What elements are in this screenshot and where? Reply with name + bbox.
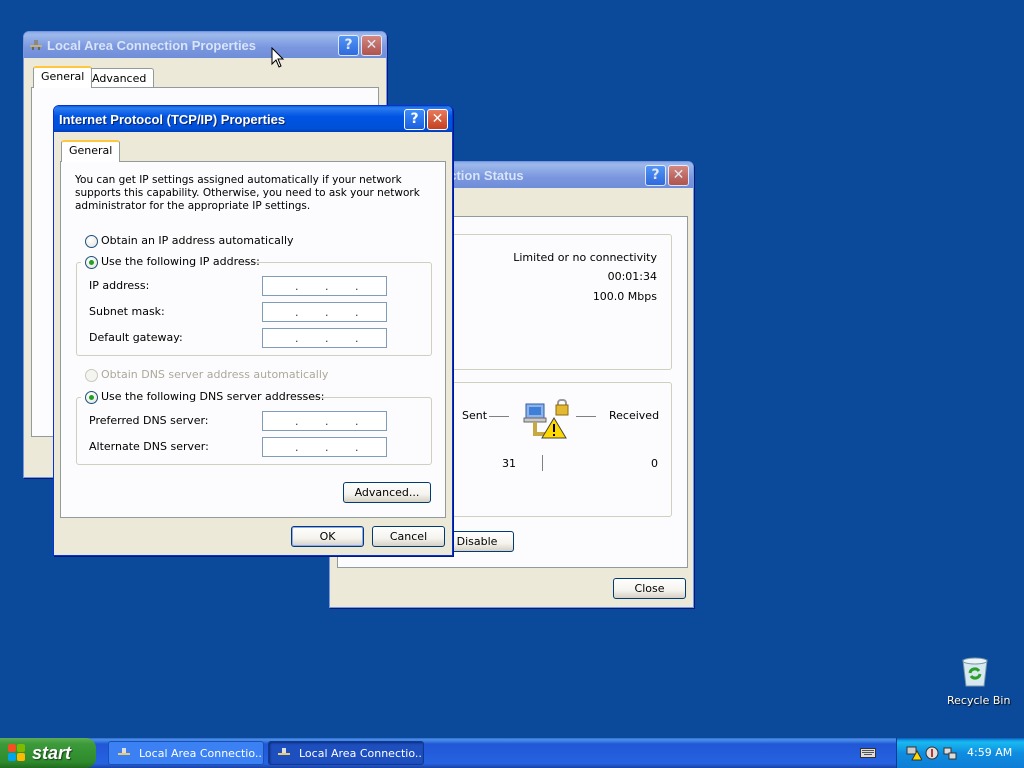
received-line [576,416,596,417]
mouse-cursor-icon [271,46,287,69]
lac-properties-title: Local Area Connection Properties [47,37,257,53]
network-warning-tray-icon[interactable] [906,745,923,761]
start-button[interactable]: start [0,738,96,768]
button-label: Close [634,582,665,595]
received-value: 0 [651,457,658,470]
received-label: Received [609,409,660,422]
ip-auto-label[interactable]: Obtain an IP address automatically [101,234,294,247]
close-button[interactable]: ✕ [668,164,689,186]
tab-general[interactable]: General [61,140,121,162]
dns-manual-radio[interactable] [85,391,98,404]
network-connection-icon [29,39,43,51]
connection-status-value: Limited or no connectivity [513,251,657,264]
connection-speed-value: 100.0 Mbps [592,290,657,303]
sent-line [489,416,509,417]
button-label: OK [319,530,336,543]
ip-address-label: IP address: [89,279,150,292]
button-label: Disable [456,535,498,548]
taskbar-item-lac-2[interactable]: Local Area Connectio... [268,741,424,765]
button-label: Advanced... [354,486,420,499]
ip-manual-option[interactable]: Use the following IP address: [81,254,260,270]
start-label: start [32,742,72,763]
subnet-mask-input[interactable]: ... [262,302,387,322]
tcpip-properties-window: Internet Protocol (TCP/IP) Properties ? … [53,105,453,556]
taskbar-item-label: Local Area Connectio... [299,746,424,760]
dns-manual-option[interactable]: Use the following DNS server addresses: [81,389,324,405]
dns-auto-radio [85,369,98,382]
tcpip-properties-titlebar[interactable]: Internet Protocol (TCP/IP) Properties ? … [54,106,452,132]
recycle-bin-icon [959,656,991,688]
subnet-mask-label: Subnet mask: [89,305,165,318]
tcpip-properties-title: Internet Protocol (TCP/IP) Properties [59,111,286,127]
taskbar: start Local Area Connectio... Local Area… [0,738,1024,768]
preferred-dns-label: Preferred DNS server: [89,414,209,427]
preferred-dns-input[interactable]: ... [262,411,387,431]
taskbar-item-lac-1[interactable]: Local Area Connectio... [108,741,264,765]
button-label: Cancel [389,530,428,543]
close-button[interactable]: ✕ [361,34,382,56]
lac-properties-titlebar[interactable]: Local Area Connection Properties ? ✕ [24,32,386,58]
dns-auto-label: Obtain DNS server address automatically [101,368,329,381]
keyboard-icon[interactable] [860,747,876,759]
close-button[interactable]: ✕ [427,108,448,130]
tab-advanced[interactable]: Advanced [84,68,155,88]
ip-address-input[interactable]: ... [262,276,387,296]
connection-duration-value: 00:01:34 [607,270,657,283]
windows-logo-icon [8,744,26,762]
network-tray-icon[interactable] [942,745,958,761]
dns-manual-label[interactable]: Use the following DNS server addresses: [101,390,324,403]
default-gateway-label: Default gateway: [89,331,183,344]
help-button[interactable]: ? [404,108,425,130]
recycle-bin-label: Recycle Bin [947,694,1011,707]
sent-label: Sent [462,409,488,422]
tab-label: General [69,144,113,157]
default-gateway-input[interactable]: ... [262,328,387,348]
tab-label: Advanced [92,72,147,85]
help-button[interactable]: ? [645,164,666,186]
clock[interactable]: 4:59 AM [967,746,1012,759]
help-button[interactable]: ? [338,34,359,56]
network-warning-icon [522,396,572,446]
cancel-button[interactable]: Cancel [372,526,445,547]
ip-auto-radio[interactable] [85,235,98,248]
recycle-bin-shortcut[interactable]: Recycle Bin [940,656,1010,708]
alternate-dns-label: Alternate DNS server: [89,440,209,453]
description-text: You can get IP settings assigned automat… [75,174,420,212]
alternate-dns-input[interactable]: ... [262,437,387,457]
ip-manual-label[interactable]: Use the following IP address: [101,255,260,268]
close-dialog-button[interactable]: Close [613,578,686,599]
ok-button[interactable]: OK [291,526,364,547]
activity-divider [542,455,543,471]
system-tray: 4:59 AM [896,738,1024,768]
network-connection-icon [117,747,131,759]
tab-label: General [41,70,85,83]
taskbar-item-label: Local Area Connectio... [139,746,264,760]
ip-manual-radio[interactable] [85,256,98,269]
security-tray-icon[interactable] [924,745,940,761]
network-connection-icon [277,747,291,759]
tab-general[interactable]: General [33,66,93,88]
sent-value: 31 [502,457,516,470]
advanced-button[interactable]: Advanced... [343,482,431,503]
